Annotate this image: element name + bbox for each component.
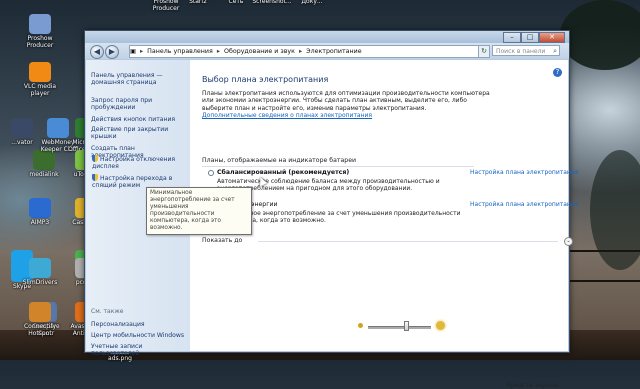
link-mobility-center[interactable]: Центр мобильности Windows bbox=[91, 332, 187, 339]
brightness-high-icon bbox=[436, 321, 445, 330]
close-button[interactable]: ✕ bbox=[539, 32, 565, 43]
link-user-accounts[interactable]: Учетные записи пользователей bbox=[91, 343, 187, 357]
desktop-icon-label: Screenshot... bbox=[252, 0, 292, 5]
chevron-right-icon: ▸ bbox=[139, 48, 144, 55]
app-icon bbox=[29, 14, 51, 34]
help-icon[interactable]: ? bbox=[553, 68, 562, 77]
brightness-label: Яркость экрана: bbox=[506, 382, 561, 389]
link-more-info[interactable]: Дополнительные сведения о планах электро… bbox=[202, 112, 492, 119]
desktop-icon[interactable]: Доку... bbox=[290, 0, 334, 5]
chevron-down-icon[interactable]: ⌄ bbox=[564, 237, 573, 246]
brightness-low-icon bbox=[358, 323, 363, 328]
radio-balanced[interactable] bbox=[208, 170, 214, 176]
section-divider bbox=[202, 166, 474, 167]
link-configure-balanced[interactable]: Настройка плана электропитания bbox=[470, 169, 578, 176]
desktop-icon-label: medialink bbox=[29, 171, 59, 178]
desktop-icon[interactable]: Proshow Producer bbox=[18, 14, 62, 49]
main-panel: ? Выбор плана электропитания Планы элект… bbox=[198, 60, 578, 389]
chevron-right-icon: ▸ bbox=[298, 48, 303, 55]
refresh-icon: ↻ bbox=[481, 47, 487, 55]
link-display-off-label: Настройка отключения дисплея bbox=[92, 156, 176, 170]
desktop-icon-label: Proshow Producer bbox=[26, 35, 54, 49]
plan-balanced-name[interactable]: Сбалансированный (рекомендуется) bbox=[217, 169, 349, 176]
desktop-icon[interactable]: AIMP3 bbox=[18, 198, 62, 226]
link-configure-power-saver[interactable]: Настройка плана электропитания bbox=[470, 201, 578, 208]
desktop-icon-label: Доку... bbox=[301, 0, 323, 5]
link-personalization[interactable]: Персонализация bbox=[91, 321, 187, 328]
app-icon bbox=[29, 62, 51, 82]
link-lid-close[interactable]: Действие при закрытии крышки bbox=[91, 126, 187, 140]
desktop-icon[interactable]: VLC media player bbox=[18, 62, 62, 97]
crumb-power-options[interactable]: Электропитание bbox=[306, 48, 361, 55]
address-bar: ◀ ▶ ▣ ▸ Панель управления ▸ Оборудование… bbox=[85, 43, 569, 66]
shield-icon bbox=[92, 155, 98, 162]
desktop-icon-label: Connectify Hotspot bbox=[23, 323, 57, 337]
link-password-on-wakeup[interactable]: Запрос пароля при пробуждении bbox=[91, 97, 187, 111]
chevron-right-icon: ▸ bbox=[216, 48, 220, 55]
folder-icon: ▣ bbox=[130, 48, 136, 55]
section-divider bbox=[258, 241, 558, 242]
desktop-icon[interactable]: SlimDrivers bbox=[18, 258, 62, 286]
window-controls: – □ ✕ bbox=[503, 32, 565, 43]
brightness-slider-thumb[interactable] bbox=[404, 321, 409, 331]
link-display-off[interactable]: Настройка отключения дисплея bbox=[92, 155, 184, 170]
back-button[interactable]: ◀ bbox=[90, 45, 104, 59]
crumb-control-panel[interactable]: Панель управления bbox=[147, 48, 213, 55]
app-icon bbox=[33, 150, 55, 170]
tooltip: Минимальное энергопотребление за счет ум… bbox=[146, 187, 252, 235]
title-bar[interactable]: – □ ✕ bbox=[85, 31, 569, 43]
desktop-icon[interactable]: medialink bbox=[22, 150, 66, 178]
app-icon bbox=[29, 258, 51, 278]
minimize-button[interactable]: – bbox=[503, 32, 521, 43]
balcony-rail bbox=[560, 280, 640, 282]
desktop-icon-label: AIMP3 bbox=[30, 219, 50, 226]
app-icon bbox=[29, 302, 51, 322]
app-icon bbox=[29, 198, 51, 218]
crumb-hardware-sound[interactable]: Оборудование и звук bbox=[224, 48, 295, 55]
refresh-button[interactable]: ↻ bbox=[478, 45, 490, 58]
breadcrumb[interactable]: ▣ ▸ Панель управления ▸ Оборудование и з… bbox=[129, 45, 479, 58]
link-power-buttons[interactable]: Действия кнопок питания bbox=[91, 116, 187, 123]
page-title: Выбор плана электропитания bbox=[202, 75, 329, 84]
desktop-icon-label: VLC media player bbox=[23, 83, 57, 97]
desktop-icon-label: SlimDrivers bbox=[22, 279, 58, 286]
section-title: Планы, отображаемые на индикаторе батаре… bbox=[202, 157, 357, 164]
intro-text: Планы электропитания используются для оп… bbox=[202, 90, 490, 112]
brightness-slider-track[interactable] bbox=[368, 326, 431, 329]
app-icon bbox=[11, 118, 33, 138]
desktop-icon[interactable]: Screenshot... bbox=[250, 0, 294, 5]
desktop-icon[interactable]: Connectify Hotspot bbox=[18, 302, 62, 337]
forward-button[interactable]: ▶ bbox=[105, 45, 119, 59]
search-icon: ⌕ bbox=[553, 47, 557, 55]
shield-icon bbox=[92, 174, 98, 181]
link-control-panel-home[interactable]: Панель управления — домашняя страница bbox=[91, 72, 187, 86]
search-input[interactable]: Поиск в панели управления ⌕ bbox=[492, 45, 560, 66]
palm-foliage bbox=[560, 0, 640, 70]
balcony-rail bbox=[560, 250, 640, 252]
maximize-button[interactable]: □ bbox=[521, 32, 539, 43]
plan-power-saver-desc: Минимальное энергопотребление за счет ум… bbox=[217, 210, 461, 225]
show-more-plans[interactable]: Показать до bbox=[202, 237, 242, 244]
see-also-heading: См. также bbox=[91, 308, 124, 315]
